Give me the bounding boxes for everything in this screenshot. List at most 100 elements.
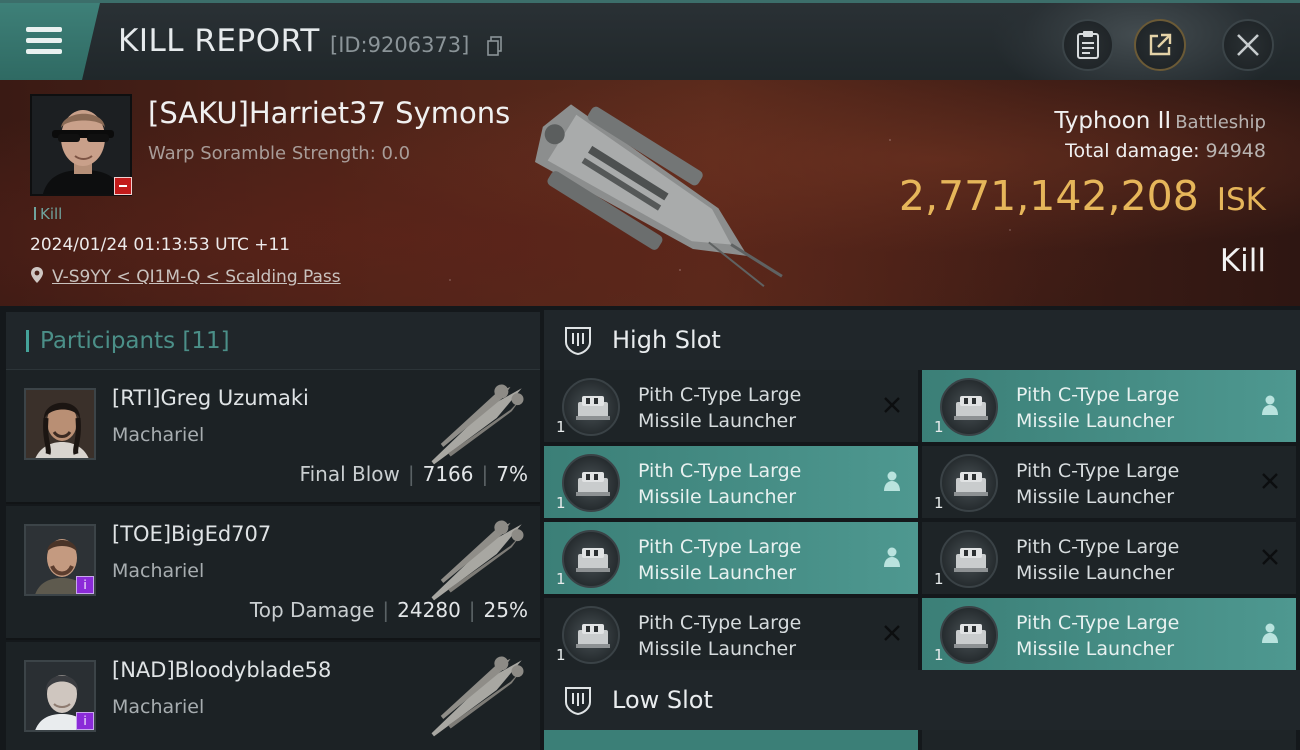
kill-datetime: 2024/01/24 01:13:53 UTC +11 (30, 235, 291, 255)
kill-tag-label: Kill (40, 205, 63, 223)
share-icon (1149, 33, 1172, 56)
missile-launcher-icon (940, 606, 998, 664)
victim-ship-class: Battleship (1175, 112, 1266, 133)
dropped-person-icon (1262, 395, 1278, 415)
corp-badge-icon: i (76, 712, 94, 730)
module-name-line2: Missile Launcher (1016, 562, 1175, 584)
participants-accent (26, 330, 29, 352)
participant-ship-image (431, 656, 524, 737)
participant-name[interactable]: [TOE]BigEd707 (112, 522, 271, 546)
destroyed-x-icon (884, 625, 900, 641)
participants-title: Participants (40, 328, 176, 354)
module-item[interactable]: 1 Pith C-Type Large Missile Launcher (922, 522, 1296, 594)
module-quantity: 1 (556, 646, 566, 664)
module-name-line2: Missile Launcher (638, 410, 797, 432)
module-item[interactable]: 1 Pith C-Type Large Missile Launcher (922, 446, 1296, 518)
kill-report-header: KILL REPORT [ID:9206373] (0, 0, 1300, 80)
participant-stats: Top Damage | 24280 | 25% (249, 598, 528, 622)
menu-button[interactable] (0, 3, 100, 80)
missile-launcher-icon (562, 530, 620, 588)
module-item[interactable]: 1 Pith C-Type Large Missile Launcher (544, 446, 918, 518)
module-name-line1: Pith C-Type Large (1016, 460, 1180, 482)
low-slot-header[interactable]: Low Slot (544, 670, 1300, 730)
module-name-line1: Pith C-Type Large (1016, 384, 1180, 406)
clipboard-button[interactable] (1062, 19, 1114, 71)
high-slot-label: High Slot (612, 326, 721, 354)
destroyed-x-icon (884, 397, 900, 413)
module-quantity: 1 (934, 570, 944, 588)
module-name-line2: Missile Launcher (1016, 638, 1175, 660)
location-link[interactable]: V-S9YY < QI1M-Q < Scalding Pass (52, 267, 341, 287)
missile-launcher-icon (562, 454, 620, 512)
victim-ship[interactable]: Typhoon II Battleship (1054, 108, 1266, 134)
high-slot-header[interactable]: High Slot (544, 310, 1300, 370)
fitting-panel: High Slot 1 Pith C-Type Large Missile Laun… (540, 306, 1300, 750)
copy-icon[interactable] (487, 36, 503, 56)
participant-row[interactable]: i [NAD]Bloodyblade58 Machariel (6, 642, 540, 750)
dropped-person-icon (884, 547, 900, 567)
dropped-person-icon (1262, 623, 1278, 643)
module-quantity: 1 (556, 570, 566, 588)
module-name-line2: Missile Launcher (638, 562, 797, 584)
corp-badge-icon: i (76, 576, 94, 594)
module-name-line1: Pith C-Type Large (1016, 612, 1180, 634)
module-name: Pith C-Type Large Missile Launcher (638, 458, 868, 510)
low-slot-icon (565, 687, 591, 716)
close-button[interactable] (1222, 19, 1274, 71)
participant-role: Top Damage (249, 598, 375, 622)
module-name-line1: Pith C-Type Large (638, 460, 802, 482)
low-slot-module-partial[interactable] (544, 730, 918, 750)
participant-row[interactable]: i [TOE]BigEd707 Machariel Top Damage | 242… (6, 506, 540, 640)
victim-name[interactable]: [SAKU]Harriet37 Symons (148, 96, 510, 130)
page-title: KILL REPORT (118, 23, 320, 59)
participant-stats: Final Blow | 7166 | 7% (299, 462, 528, 486)
location-pin-icon (31, 267, 43, 283)
participant-percent: 25% (483, 598, 528, 622)
participant-damage: 24280 (397, 598, 461, 622)
module-item[interactable]: 1 Pith C-Type Large Missile Launcher (544, 370, 918, 442)
destroyed-x-icon (1262, 473, 1278, 489)
participant-portrait-image (26, 390, 94, 458)
module-item[interactable]: 1 Pith C-Type Large Missile Launcher (544, 598, 918, 670)
isk-value: 2,771,142,208 ISK (899, 172, 1266, 220)
participant-role: Final Blow (299, 462, 400, 486)
kill-tag-marker (34, 207, 36, 220)
isk-currency: ISK (1216, 182, 1266, 218)
module-name-line2: Missile Launcher (1016, 486, 1175, 508)
isk-amount: 2,771,142,208 (898, 172, 1199, 220)
participant-damage: 7166 (422, 462, 474, 486)
kill-tag: Kill (34, 205, 62, 223)
participants-panel: Participants [11] [RTI]Greg Uzumaki Mach… (0, 306, 540, 750)
missile-launcher-icon (562, 378, 620, 436)
high-slot-icon (565, 327, 591, 356)
participant-name[interactable]: [RTI]Greg Uzumaki (112, 386, 309, 410)
victim-banner: [SAKU]Harriet37 Symons Warp Soramble Str… (0, 80, 1300, 306)
module-quantity: 1 (934, 494, 944, 512)
low-slot-module-partial[interactable] (922, 730, 1296, 750)
destroyed-x-icon (1262, 549, 1278, 565)
module-name-line2: Missile Launcher (638, 486, 797, 508)
participant-ship-image (431, 520, 524, 601)
module-item[interactable]: 1 Pith C-Type Large Missile Launcher (544, 522, 918, 594)
clipboard-icon (1077, 31, 1099, 59)
low-slot-label: Low Slot (612, 686, 713, 714)
participant-row[interactable]: [RTI]Greg Uzumaki Machariel Final Blow | 7… (6, 370, 540, 504)
participants-header[interactable]: Participants [11] (6, 312, 540, 370)
participants-label: Participants [11] (40, 328, 230, 354)
module-item[interactable]: 1 Pith C-Type Large Missile Launcher (922, 598, 1296, 670)
module-name: Pith C-Type Large Missile Launcher (1016, 382, 1246, 434)
share-button[interactable] (1134, 19, 1186, 71)
participant-ship: Machariel (112, 696, 205, 718)
report-id: [ID:9206373] (330, 33, 470, 57)
module-item[interactable]: 1 Pith C-Type Large Missile Launcher (922, 370, 1296, 442)
module-name: Pith C-Type Large Missile Launcher (638, 610, 868, 662)
hostile-standing-icon (114, 177, 132, 195)
module-quantity: 1 (934, 418, 944, 436)
module-name-line1: Pith C-Type Large (638, 612, 802, 634)
missile-launcher-icon (562, 606, 620, 664)
missile-launcher-icon (940, 454, 998, 512)
participant-name[interactable]: [NAD]Bloodyblade58 (112, 658, 331, 682)
module-name-line1: Pith C-Type Large (1016, 536, 1180, 558)
participant-avatar[interactable] (24, 388, 96, 460)
participant-ship: Machariel (112, 424, 205, 446)
